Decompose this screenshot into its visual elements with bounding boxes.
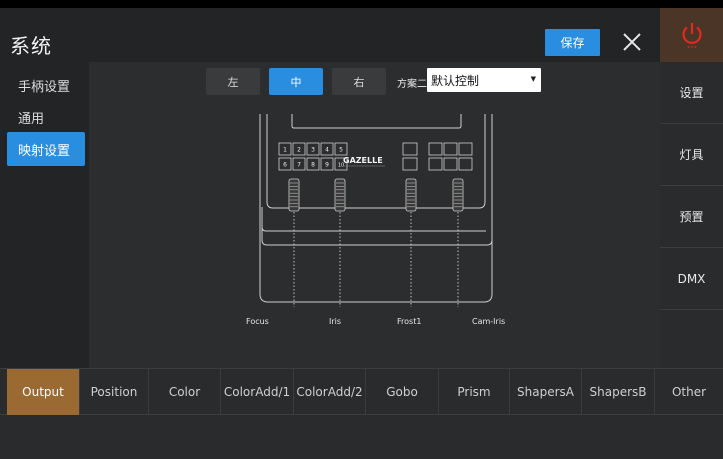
svg-text:1: 1: [283, 147, 287, 154]
keypad-key: 8: [306, 157, 320, 171]
fader-label: Frost1: [397, 317, 422, 326]
power-icon: [681, 23, 702, 48]
keypad-key: 9: [320, 157, 334, 171]
power-button[interactable]: [660, 8, 723, 62]
fader: [405, 178, 417, 307]
rail-item-empty[interactable]: [660, 310, 723, 372]
keypad-key: 3: [306, 142, 320, 156]
svg-text:9: 9: [325, 162, 329, 169]
main-panel: 左 中 右 方案二 默认控制 ▼ 1 2 3 4 5 6 7 8 9 10 GAZELLE: [89, 62, 660, 368]
fader-group: [288, 178, 464, 307]
right-rail: 设置 灯具 预置 DMX: [660, 62, 723, 368]
svg-text:3: 3: [311, 147, 315, 154]
keypad-key: 1: [278, 142, 292, 156]
tab-shapersb[interactable]: ShapersB: [582, 369, 655, 415]
svg-text:6: 6: [283, 162, 287, 169]
tab-other[interactable]: Other: [655, 369, 723, 415]
close-icon[interactable]: [617, 27, 647, 57]
tab-coloradd1[interactable]: ColorAdd/1: [221, 369, 294, 415]
header: 系统 保存: [0, 8, 660, 62]
tab-gobo[interactable]: Gobo: [366, 369, 439, 415]
page-title: 系统: [10, 34, 52, 58]
top-strip: [0, 0, 723, 8]
tab-color[interactable]: Color: [149, 369, 221, 415]
sidebar-item-mapping-settings[interactable]: 映射设置: [7, 132, 85, 166]
tab-position[interactable]: Position: [80, 369, 149, 415]
keypad-key: 4: [320, 142, 334, 156]
fader-label: Focus: [246, 317, 269, 326]
brand-logo: GAZELLE: [343, 156, 383, 165]
sidebar-item-general[interactable]: 通用: [7, 100, 85, 134]
keypad-key: 7: [292, 157, 306, 171]
controller-diagram: 1 2 3 4 56 7 8 9 10 GAZELLE: [259, 114, 493, 307]
keypad-key: 5: [334, 142, 348, 156]
rail-item-settings[interactable]: 设置: [660, 62, 723, 124]
rail-item-presets[interactable]: 预置: [660, 186, 723, 248]
keypad: 1 2 3 4 56 7 8 9 10: [278, 142, 348, 171]
svg-text:2: 2: [297, 147, 301, 154]
tab-coloradd2[interactable]: ColorAdd/2: [294, 369, 366, 415]
save-button[interactable]: 保存: [545, 29, 600, 56]
attribute-tabs: Output Position Color ColorAdd/1 ColorAd…: [0, 368, 723, 415]
footer: [0, 415, 723, 459]
fader: [452, 178, 464, 307]
tab-prism[interactable]: Prism: [439, 369, 510, 415]
svg-text:5: 5: [339, 147, 343, 154]
keypad-key: 2: [292, 142, 306, 156]
sidebar-item-handle-settings[interactable]: 手柄设置: [7, 68, 85, 102]
app-window: 系统 保存 手柄设置 通用 映射设置 左 中 右 方案二 默认控制 ▼ 1 2 …: [0, 0, 723, 459]
fader-label: Iris: [329, 317, 342, 326]
svg-text:7: 7: [297, 162, 301, 169]
rail-item-fixtures[interactable]: 灯具: [660, 124, 723, 186]
tab-shapersa[interactable]: ShapersA: [510, 369, 582, 415]
fader: [334, 178, 346, 307]
fader: [288, 178, 300, 307]
sidebar: 手柄设置 通用 映射设置: [0, 62, 89, 368]
svg-text:8: 8: [311, 162, 315, 169]
rail-item-dmx[interactable]: DMX: [660, 248, 723, 310]
fader-label: Cam-Iris: [472, 317, 506, 326]
svg-text:4: 4: [325, 147, 329, 154]
keypad-key: 6: [278, 157, 292, 171]
tab-output[interactable]: Output: [7, 369, 80, 415]
